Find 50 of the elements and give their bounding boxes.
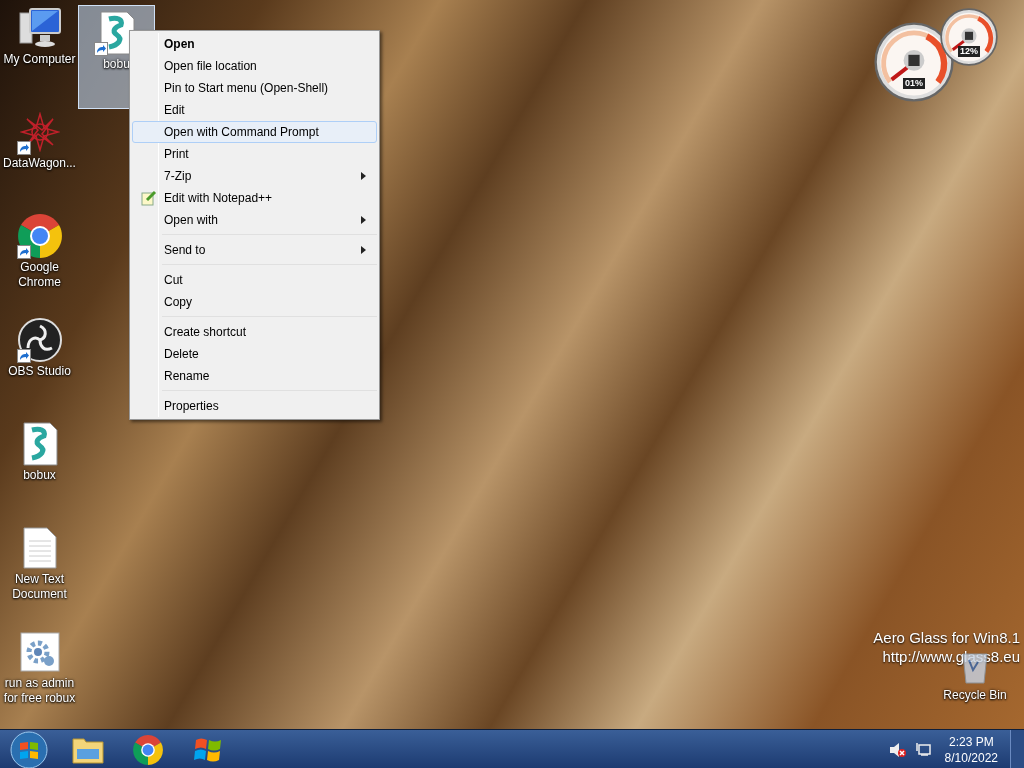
overlay-text: Aero Glass for Win8.1	[873, 628, 1020, 647]
icon-label: New Text Document	[11, 572, 68, 602]
menu-item[interactable]: Rename	[132, 365, 377, 387]
icon-label: DataWagon...	[2, 156, 77, 171]
menu-item[interactable]: Cut	[132, 269, 377, 291]
desktop-icon[interactable]: bobux	[1, 417, 78, 521]
shortcut-arrow-icon	[16, 349, 31, 363]
menu-item[interactable]: Open with Command Prompt	[132, 121, 377, 143]
submenu-arrow-icon	[361, 172, 366, 180]
desktop-icon[interactable]: New Text Document	[1, 521, 78, 625]
muted-speaker-icon[interactable]	[888, 741, 907, 758]
shortcut-arrow-icon	[16, 245, 31, 259]
menu-item[interactable]: Create shortcut	[132, 321, 377, 343]
desktop-icon[interactable]: DataWagon...	[1, 105, 78, 209]
mandala-icon	[19, 112, 60, 152]
menu-item[interactable]: Open with	[132, 209, 377, 231]
submenu-arrow-icon	[361, 216, 366, 224]
icon-label: bobu	[102, 57, 131, 72]
tricolor-circle-icon	[133, 734, 163, 765]
menu-item[interactable]: Print	[132, 143, 377, 165]
shortcut-arrow-icon	[93, 42, 108, 56]
text-file-icon	[22, 527, 57, 569]
menu-item[interactable]: Properties	[132, 395, 377, 417]
gear-file-icon	[19, 632, 60, 672]
desktop-icon[interactable]: Google Chrome	[1, 209, 78, 313]
memory-gauge-drawing	[940, 8, 998, 66]
menu-item[interactable]: Edit with Notepad++	[132, 187, 377, 209]
submenu-arrow-icon	[361, 246, 366, 254]
desktop-icon[interactable]: run as admin for free robux	[1, 625, 78, 729]
icon-label: run as admin for free robux	[2, 676, 77, 706]
icon-label: OBS Studio	[7, 364, 72, 379]
desktop-icon[interactable]: My Computer	[1, 1, 78, 105]
windows-orb-icon	[10, 730, 48, 768]
menu-item[interactable]: Copy	[132, 291, 377, 313]
gauge-reading: 01%	[903, 78, 925, 90]
icon-label: Google Chrome	[17, 260, 62, 290]
computer-icon	[17, 7, 62, 49]
icon-label: bobux	[22, 468, 57, 483]
desktop-icon[interactable]: OBS Studio	[1, 313, 78, 417]
icon-label: Recycle Bin	[943, 688, 1007, 703]
gauge-reading: 12%	[958, 45, 980, 57]
icon-label: My Computer	[2, 52, 77, 67]
network-icon[interactable]	[914, 741, 931, 758]
shortcut-arrow-icon	[16, 141, 31, 155]
show-desktop-button[interactable]	[1010, 729, 1024, 768]
clock[interactable]: 2:23 PM 8/10/2022	[944, 733, 998, 766]
menu-item[interactable]: Delete	[132, 343, 377, 365]
menu-item[interactable]: Send to	[132, 239, 377, 261]
notepad-icon	[140, 190, 157, 206]
menu-item[interactable]: 7-Zip	[132, 165, 377, 187]
